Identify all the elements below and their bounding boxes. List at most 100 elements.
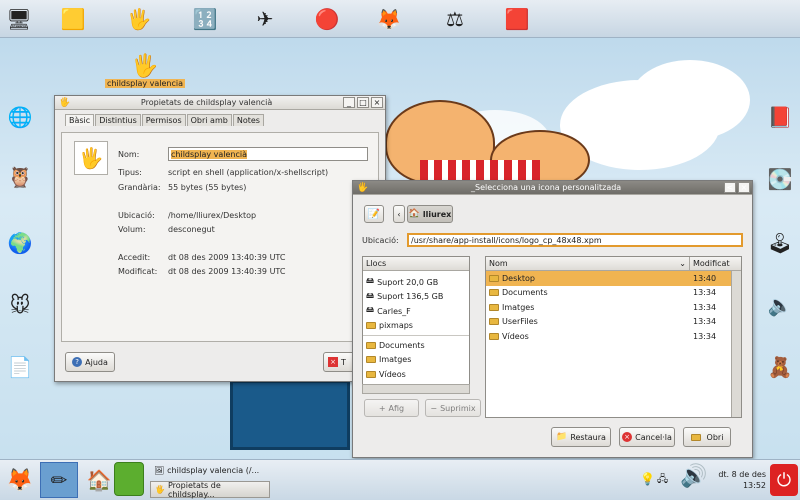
help-button[interactable]: ? Ajuda: [65, 352, 115, 372]
file-modified: 13:34: [693, 302, 717, 312]
owl-icon[interactable]: 🦉: [5, 162, 35, 192]
size-label: Grandària:: [118, 183, 161, 192]
places-item[interactable]: Imatges: [363, 353, 469, 368]
places-header[interactable]: Llocs: [363, 257, 469, 271]
tab-basic[interactable]: Bàsic: [65, 114, 95, 126]
document-icon[interactable]: 📄: [5, 352, 35, 382]
beads-icon[interactable]: 🔴: [312, 4, 342, 34]
hand-icon[interactable]: 🟨: [58, 4, 88, 34]
minimize-button[interactable]: <: [724, 182, 736, 193]
drive-icon: 🖴: [366, 290, 375, 300]
file-row[interactable]: UserFiles 13:34: [486, 315, 731, 330]
places-item-label: pixmaps: [379, 321, 413, 331]
file-name: Vídeos: [502, 331, 529, 341]
volume-icon[interactable]: 🔊: [680, 464, 707, 489]
bear-icon[interactable]: 🧸: [765, 352, 795, 382]
lightbulb-icon[interactable]: 💡: [640, 472, 655, 486]
file-row[interactable]: Documents 13:34: [486, 286, 731, 301]
file-row[interactable]: Vídeos 13:34: [486, 329, 731, 344]
joystick-icon[interactable]: 🕹: [765, 228, 795, 258]
path-lliurex-button[interactable]: 🏠 lliurex: [407, 205, 453, 223]
tab-permissions[interactable]: Permisos: [141, 114, 186, 126]
globe-icon[interactable]: 🌍: [5, 228, 35, 258]
properties-tabs: Bàsic Distintius Permisos Obri amb Notes: [55, 110, 385, 126]
minimize-button[interactable]: _: [343, 97, 355, 108]
file-list-vscroll[interactable]: [731, 271, 741, 417]
remove-bookmark-button[interactable]: − Suprimix: [425, 399, 481, 417]
places-item[interactable]: 🖴 Suport 136,5 GB: [363, 290, 469, 305]
window-menu-icon[interactable]: 🖐: [357, 183, 368, 193]
places-item-label: Suport 20,0 GB: [377, 277, 439, 287]
hand-icon[interactable]: 🖐: [124, 4, 154, 34]
cancel-button[interactable]: × Cancel·la: [619, 427, 675, 447]
file-row[interactable]: Imatges 13:34: [486, 300, 731, 315]
menu-fox-icon[interactable]: 🦊: [4, 464, 36, 496]
tab-emblems[interactable]: Distintius: [95, 114, 141, 126]
mouse-icon[interactable]: 🐭: [5, 290, 35, 320]
bottom-panel: 🦊 ✏ 🏠 🖼 childsplay valencia (/... 🖐 Prop…: [0, 459, 800, 500]
places-item[interactable]: Vídeos: [363, 367, 469, 382]
file-modified: 13:34: [693, 331, 717, 341]
places-item-label: Vídeos: [379, 369, 406, 379]
name-field[interactable]: childsplay valencià: [168, 147, 368, 161]
shutdown-icon[interactable]: ⏻: [770, 464, 798, 496]
plane-icon[interactable]: ✈: [250, 4, 280, 34]
restore-icon: 📁: [556, 432, 568, 442]
maximize-button[interactable]: □: [357, 97, 369, 108]
restore-button[interactable]: 📁 Restaura: [551, 427, 611, 447]
places-item[interactable]: 🖴 Suport 20,0 GB: [363, 275, 469, 290]
path-back-button[interactable]: ‹: [393, 205, 405, 223]
folder-icon: [489, 318, 499, 326]
firefox-icon[interactable]: 🌐: [5, 102, 35, 132]
icon-chooser-window: 🖐 _Selecciona una icona personalitzada <…: [352, 180, 753, 458]
restore-label: Restaura: [570, 432, 606, 442]
places-item[interactable]: Documents: [363, 338, 469, 353]
folder-icon: [489, 303, 499, 311]
tab-open-with[interactable]: Obri amb: [186, 114, 232, 126]
properties-window: 🖐 Propietats de childsplay valencià _ □ …: [54, 95, 386, 382]
close-button[interactable]: ×: [738, 182, 750, 193]
open-button[interactable]: Obri: [683, 427, 731, 447]
folder-icon: [489, 289, 499, 297]
places-item[interactable]: pixmaps: [363, 319, 469, 334]
location-label: Ubicació:: [118, 211, 155, 220]
taskbar-item-properties[interactable]: 🖐 Propietats de childsplay...: [150, 481, 270, 499]
column-modified[interactable]: Modificat: [690, 257, 741, 270]
close-button[interactable]: ×: [371, 97, 383, 108]
places-item[interactable]: 🖴 Carles_F: [363, 304, 469, 319]
house-icon[interactable]: 🏠: [84, 464, 114, 496]
network-icon[interactable]: 🖧: [657, 472, 668, 489]
home-icon: 🏠: [408, 209, 420, 219]
edit-desktop-icon[interactable]: ✏: [40, 462, 78, 498]
balance-icon[interactable]: ⚖: [440, 4, 470, 34]
chooser-titlebar[interactable]: 🖐 _Selecciona una icona personalitzada <…: [353, 181, 752, 195]
desktop-icon-childsplay[interactable]: 🖐 childsplay valencia: [105, 54, 185, 88]
numbers-icon[interactable]: 🔢: [190, 4, 220, 34]
blue-blocks-art: [230, 380, 350, 450]
taskbar-item-childsplay[interactable]: 🖼 childsplay valencia (/...: [150, 462, 270, 479]
tux-icon[interactable]: 🖥: [4, 4, 34, 34]
close-label: T: [341, 357, 346, 367]
location-field[interactable]: /usr/share/app-install/icons/logo_cp_48x…: [407, 233, 743, 247]
fox-icon[interactable]: 🦊: [374, 4, 404, 34]
speaker-icon[interactable]: 🔈: [765, 290, 795, 320]
type-location-button[interactable]: 📝: [364, 205, 384, 223]
add-bookmark-button[interactable]: + Afig: [364, 399, 419, 417]
book-icon[interactable]: 📕: [765, 102, 795, 132]
drive-icon[interactable]: 💽: [765, 164, 795, 194]
file-modified: 13:34: [693, 288, 717, 298]
file-row[interactable]: Desktop 13:40: [486, 271, 731, 286]
file-name-cell: Imatges: [486, 303, 690, 312]
column-name[interactable]: Nom ⌄: [486, 257, 690, 270]
file-icon-button[interactable]: 🖐: [74, 141, 108, 175]
trash-icon[interactable]: [114, 462, 144, 496]
blocks-icon[interactable]: 🟥: [502, 4, 532, 34]
places-pane: Llocs 🖴 Suport 20,0 GB 🖴 Suport 136,5 GB 🖴 Ca…: [362, 256, 470, 394]
properties-titlebar[interactable]: 🖐 Propietats de childsplay valencià _ □ …: [55, 96, 385, 110]
file-name-cell: Vídeos: [486, 332, 690, 341]
clock[interactable]: dt. 8 de des 13:52: [716, 469, 766, 491]
tab-notes[interactable]: Notes: [232, 114, 264, 126]
places-hscroll[interactable]: [362, 384, 470, 394]
type-label: Tipus:: [118, 168, 142, 177]
window-menu-icon[interactable]: 🖐: [59, 98, 70, 108]
